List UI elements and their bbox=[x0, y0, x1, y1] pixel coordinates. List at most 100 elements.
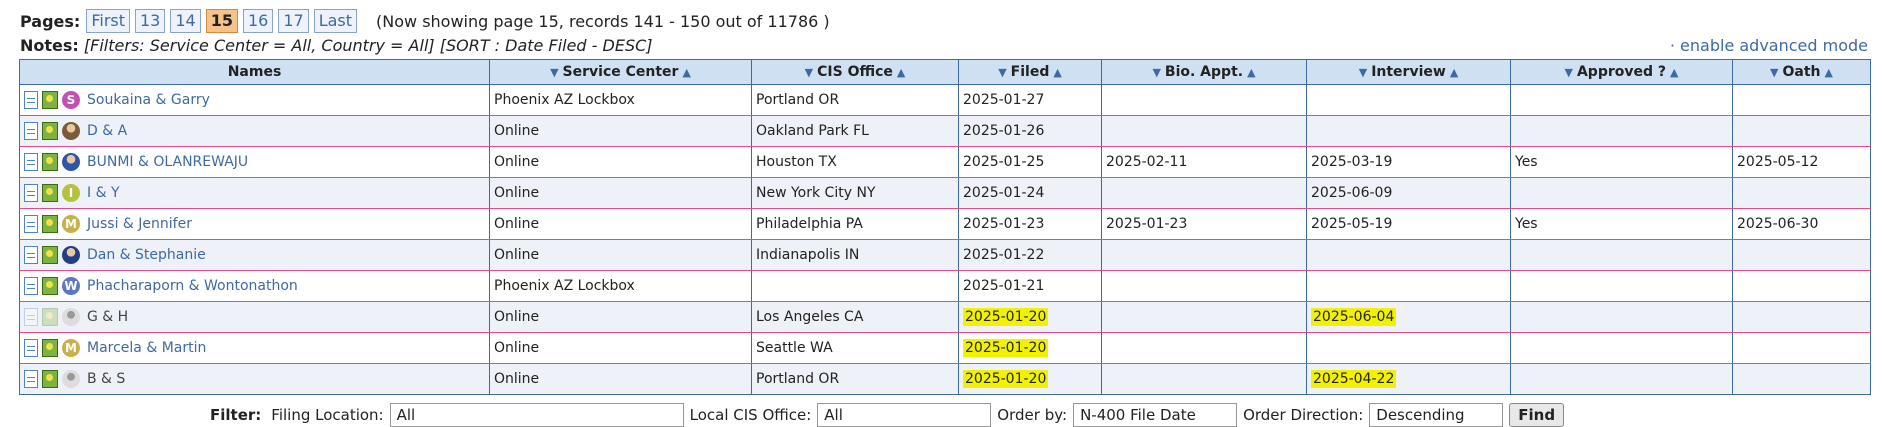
pager: Pages: First 13 14 15 16 17 Last (Now showing … bbox=[20, 9, 830, 33]
cell-service-center: Online bbox=[489, 146, 752, 178]
column-header-bio-appt[interactable]: ▼ Bio. Appt. ▲ bbox=[1101, 59, 1307, 85]
cell-cis-office: Indianapolis IN bbox=[751, 239, 959, 271]
applicant-name-link[interactable]: I & Y bbox=[87, 185, 120, 201]
cell-filed: 2025-01-26 bbox=[958, 115, 1102, 147]
document-icon[interactable] bbox=[24, 184, 38, 202]
profile-icon[interactable] bbox=[42, 122, 58, 140]
sort-desc-icon[interactable]: ▼ bbox=[1152, 66, 1160, 79]
applicant-name-link[interactable]: Marcela & Martin bbox=[87, 340, 206, 356]
page-button-first[interactable]: First bbox=[86, 9, 130, 33]
column-header-interview[interactable]: ▼ Interview ▲ bbox=[1306, 59, 1511, 85]
applicant-name-link[interactable]: B & S bbox=[87, 371, 125, 387]
cell-filed: 2025-01-23 bbox=[958, 208, 1102, 240]
column-header-filed[interactable]: ▼ Filed ▲ bbox=[958, 59, 1102, 85]
page-button-last[interactable]: Last bbox=[313, 9, 358, 33]
avatar bbox=[62, 308, 80, 326]
cell-bio bbox=[1101, 84, 1307, 116]
document-icon[interactable] bbox=[24, 277, 38, 295]
profile-icon[interactable] bbox=[42, 184, 58, 202]
page-button-15[interactable]: 15 bbox=[205, 9, 238, 33]
enable-advanced-mode-link[interactable]: · enable advanced mode bbox=[1670, 36, 1868, 55]
order-direction-select[interactable]: Descending bbox=[1369, 403, 1504, 427]
document-icon[interactable] bbox=[24, 308, 38, 326]
cell-filed: 2025-01-25 bbox=[958, 146, 1102, 178]
filed-value: 2025-01-20 bbox=[963, 308, 1049, 326]
column-header-service-center[interactable]: ▼ Service Center ▲ bbox=[489, 59, 752, 85]
sort-asc-icon[interactable]: ▲ bbox=[1247, 66, 1255, 79]
applicant-name-link[interactable]: Dan & Stephanie bbox=[87, 247, 206, 263]
names-cell: II & Y bbox=[19, 177, 490, 209]
applicant-name-link[interactable]: BUNMI & OLANREWAJU bbox=[87, 154, 248, 170]
cell-interview: 2025-04-22 bbox=[1306, 363, 1511, 395]
sort-asc-icon[interactable]: ▲ bbox=[682, 66, 690, 79]
applicant-name-link[interactable]: Soukaina & Garry bbox=[87, 92, 210, 108]
cell-cis-office: Portland OR bbox=[751, 84, 959, 116]
profile-icon[interactable] bbox=[42, 370, 58, 388]
cell-approved bbox=[1510, 84, 1733, 116]
applicant-name-link[interactable]: G & H bbox=[87, 309, 128, 325]
cell-interview: 2025-03-19 bbox=[1306, 146, 1511, 178]
profile-icon[interactable] bbox=[42, 308, 58, 326]
document-icon[interactable] bbox=[24, 370, 38, 388]
applicant-name-link[interactable]: D & A bbox=[87, 123, 127, 139]
profile-icon[interactable] bbox=[42, 339, 58, 357]
document-icon[interactable] bbox=[24, 122, 38, 140]
page-button-13[interactable]: 13 bbox=[135, 9, 166, 33]
sort-desc-icon[interactable]: ▼ bbox=[1359, 66, 1367, 79]
profile-icon[interactable] bbox=[42, 246, 58, 264]
cell-cis-office bbox=[751, 270, 959, 302]
cell-oath: 2025-06-30 bbox=[1732, 208, 1871, 240]
document-icon[interactable] bbox=[24, 215, 38, 233]
bio-value: 2025-02-11 bbox=[1106, 154, 1188, 170]
local-office-select[interactable]: All bbox=[817, 403, 992, 427]
profile-icon[interactable] bbox=[42, 153, 58, 171]
column-header-oath[interactable]: ▼ Oath ▲ bbox=[1732, 59, 1871, 85]
document-icon[interactable] bbox=[24, 339, 38, 357]
sort-desc-icon[interactable]: ▼ bbox=[998, 66, 1006, 79]
profile-icon[interactable] bbox=[42, 215, 58, 233]
notes: Notes: [Filters: Service Center = All, C… bbox=[20, 36, 653, 55]
column-header-label: Interview bbox=[1371, 64, 1446, 80]
names-cell: B & S bbox=[19, 363, 490, 395]
cell-oath bbox=[1732, 239, 1871, 271]
profile-icon[interactable] bbox=[42, 277, 58, 295]
find-button[interactable]: Find bbox=[1509, 403, 1565, 427]
table-row: I I & Y Online New York City NY 2025-01-24 20… bbox=[19, 177, 1871, 209]
document-icon[interactable] bbox=[24, 153, 38, 171]
applicant-name-link[interactable]: Jussi & Jennifer bbox=[87, 216, 192, 232]
document-icon[interactable] bbox=[24, 91, 38, 109]
interview-value: 2025-03-19 bbox=[1311, 154, 1393, 170]
sort-desc-icon[interactable]: ▼ bbox=[805, 66, 813, 79]
sort-asc-icon[interactable]: ▲ bbox=[1053, 66, 1061, 79]
cell-bio bbox=[1101, 301, 1307, 333]
column-header-cis-office[interactable]: ▼ CIS Office ▲ bbox=[751, 59, 959, 85]
page-button-16[interactable]: 16 bbox=[242, 9, 274, 33]
cell-service-center: Phoenix AZ Lockbox bbox=[489, 84, 752, 116]
sort-asc-icon[interactable]: ▲ bbox=[897, 66, 905, 79]
sort-asc-icon[interactable]: ▲ bbox=[1450, 66, 1458, 79]
local-office-value: All bbox=[824, 406, 843, 424]
sort-asc-icon[interactable]: ▲ bbox=[1825, 66, 1833, 79]
sort-asc-icon[interactable]: ▲ bbox=[1670, 66, 1678, 79]
applicant-name-link[interactable]: Phacharaporn & Wontonathon bbox=[87, 278, 298, 294]
sort-desc-icon[interactable]: ▼ bbox=[1565, 66, 1573, 79]
avatar bbox=[62, 153, 80, 171]
cell-approved bbox=[1510, 239, 1733, 271]
service-center-value: Online bbox=[494, 154, 540, 170]
cell-service-center: Online bbox=[489, 177, 752, 209]
column-header-approved[interactable]: ▼ Approved ? ▲ bbox=[1510, 59, 1733, 85]
document-icon[interactable] bbox=[24, 246, 38, 264]
interview-value: 2025-06-09 bbox=[1311, 185, 1393, 201]
pager-pages: First 13 14 15 16 17 Last bbox=[86, 9, 362, 33]
cell-oath bbox=[1732, 115, 1871, 147]
profile-icon[interactable] bbox=[42, 91, 58, 109]
filter-bar: Filter: Filing Location: All Local CIS O… bbox=[210, 403, 1565, 427]
filing-location-select[interactable]: All bbox=[389, 403, 684, 427]
cis-office-value: Seattle WA bbox=[756, 340, 833, 356]
page-button-17[interactable]: 17 bbox=[278, 9, 309, 33]
sort-desc-icon[interactable]: ▼ bbox=[1770, 66, 1778, 79]
service-center-value: Phoenix AZ Lockbox bbox=[494, 278, 635, 294]
sort-desc-icon[interactable]: ▼ bbox=[550, 66, 558, 79]
order-by-select[interactable]: N-400 File Date bbox=[1073, 403, 1238, 427]
page-button-14[interactable]: 14 bbox=[170, 9, 201, 33]
